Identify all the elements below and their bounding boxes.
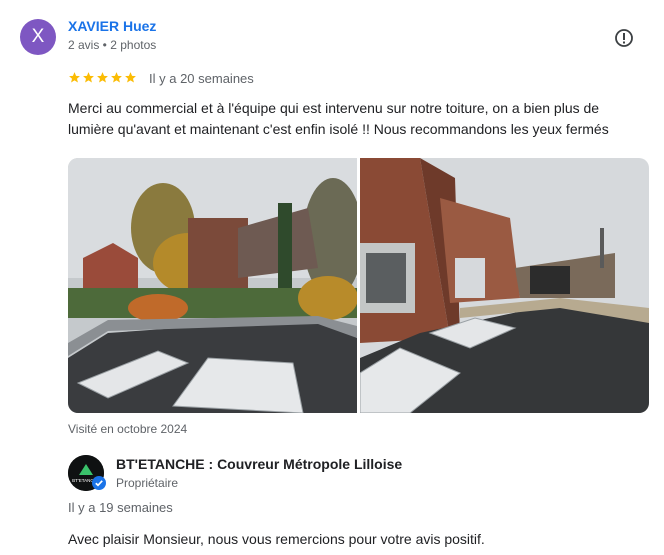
owner-name: BT'ETANCHE : Couvreur Métropole Lilloise — [116, 456, 403, 472]
star-rating — [68, 71, 137, 85]
star-icon — [69, 72, 80, 83]
star-icon — [111, 72, 122, 83]
star-icon — [97, 72, 108, 83]
photo-gallery — [68, 158, 649, 413]
report-flag-icon[interactable] — [614, 28, 634, 48]
verified-check-icon — [92, 476, 106, 490]
visit-date: Visité en octobre 2024 — [68, 422, 188, 436]
owner-role: Propriétaire — [116, 476, 179, 490]
star-icon — [83, 72, 94, 83]
reviewer-avatar[interactable]: X — [20, 19, 56, 55]
roof-photo-brick-wall-view[interactable] — [360, 158, 649, 413]
star-icon — [125, 72, 136, 83]
reviewer-name-link[interactable]: XAVIER Huez — [68, 18, 156, 34]
reviewer-meta: 2 avis • 2 photos — [68, 38, 157, 52]
response-text: Avec plaisir Monsieur, nous vous remerci… — [68, 531, 485, 547]
response-time: Il y a 19 semaines — [68, 500, 173, 515]
roof-photo-garden-view[interactable] — [68, 158, 357, 413]
review-text: Merci au commercial et à l'équipe qui es… — [68, 100, 609, 137]
review-time: Il y a 20 semaines — [149, 71, 254, 86]
review-card: X XAVIER Huez 2 avis • 2 photos Il y a 2… — [0, 0, 664, 555]
